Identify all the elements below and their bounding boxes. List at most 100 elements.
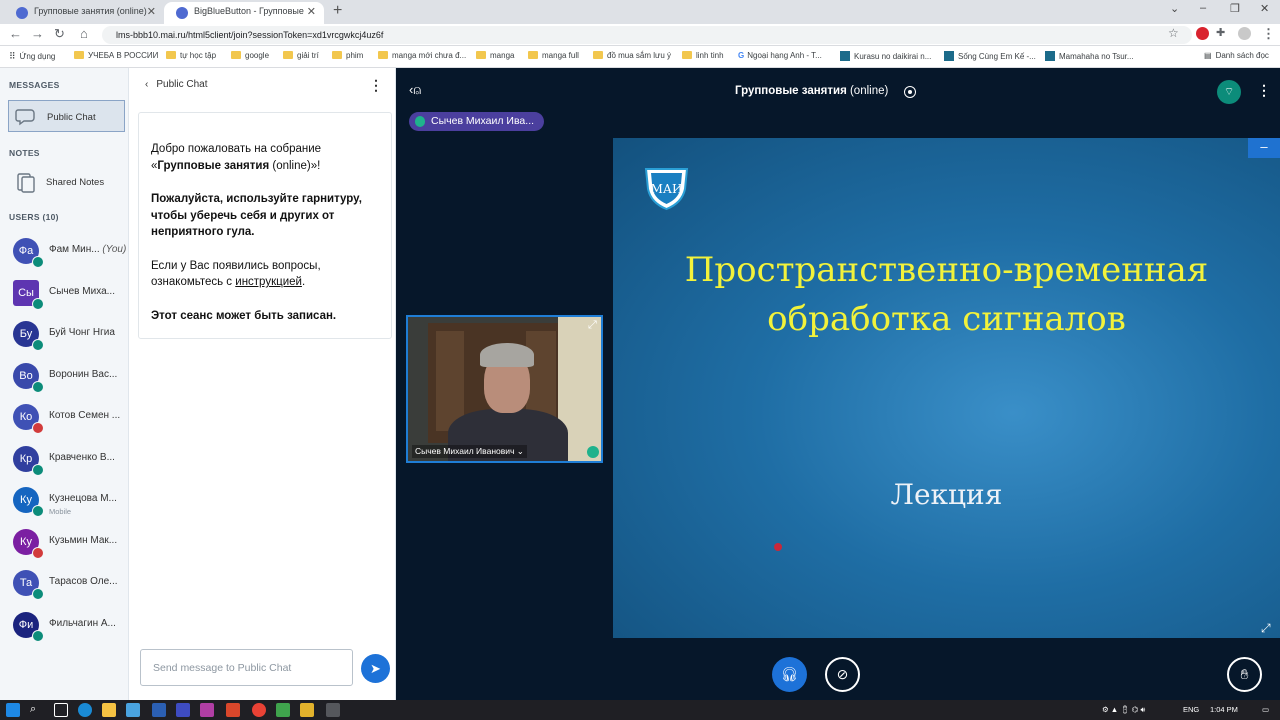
clock[interactable]: 1:04 PM — [1210, 705, 1238, 714]
store-icon[interactable] — [126, 703, 140, 717]
edge-icon[interactable] — [78, 703, 92, 717]
bookmark-apps[interactable]: ⠿ Ứng dụng — [9, 51, 55, 62]
webcam-user-name[interactable]: Сычев Михаил Иванович ⌄ — [412, 445, 527, 458]
back-icon[interactable]: ← — [9, 26, 22, 41]
bookmark-star-icon[interactable]: ☆ — [1168, 26, 1179, 40]
active-app-icon[interactable] — [326, 703, 340, 717]
fullscreen-video-icon[interactable]: ⤢ — [588, 319, 597, 332]
reload-icon[interactable]: ↻ — [54, 26, 65, 42]
public-chat-panel: ‹ Public Chat ⋮ Добро пожаловать на собра… — [129, 68, 396, 700]
visio-icon[interactable] — [176, 703, 190, 717]
user-list-item[interactable]: Сы Сычев Миха... — [0, 276, 129, 316]
hand-icon: ✋︎ — [1240, 666, 1249, 682]
extensions-icon[interactable]: ✚ — [1216, 26, 1225, 39]
raise-hand-button[interactable]: ✋︎ — [1227, 657, 1262, 692]
chevron-left-icon[interactable]: ‹ — [145, 79, 148, 90]
forward-icon[interactable]: → — [31, 26, 44, 41]
tab-group-classes[interactable]: Групповые занятия (online) ✕ — [4, 2, 164, 24]
instructions-link[interactable]: инструкцией — [235, 276, 302, 288]
sidebar-item-shared-notes[interactable]: Shared Notes — [8, 166, 125, 198]
file-explorer-icon[interactable] — [102, 703, 116, 717]
talking-indicator[interactable]: Сычев Михаил Ива... — [409, 112, 545, 131]
sidebar-item-public-chat[interactable]: Public Chat — [8, 100, 125, 132]
bookmark-folder[interactable]: google — [231, 51, 269, 60]
tab-search-icon[interactable]: ⌄ — [1170, 2, 1179, 15]
bookmark-site[interactable]: Mamahaha no Tsur... — [1045, 51, 1134, 61]
recording-indicator-icon[interactable] — [904, 86, 916, 98]
minimize-window-icon[interactable]: – — [1200, 2, 1206, 14]
task-view-icon[interactable] — [54, 703, 68, 717]
restore-window-icon[interactable]: ❐ — [1230, 2, 1240, 15]
webcam-video[interactable]: ⤢ Сычев Михаил Иванович ⌄ — [406, 315, 603, 463]
user-list-item[interactable]: Фи Фильчагин А... — [0, 608, 129, 648]
toggle-userlist-icon[interactable]: ‹⍝ — [409, 82, 421, 98]
user-list-item[interactable]: Во Воронин Вас... — [0, 359, 129, 399]
slide-title-line: Пространственно-временная — [684, 250, 1209, 290]
tab-favicon-icon — [176, 7, 188, 19]
close-window-icon[interactable]: ✕ — [1260, 2, 1269, 15]
url-field[interactable]: lms-bbb10.mai.ru/html5client/join?sessio… — [102, 26, 1192, 44]
user-list-item[interactable]: Кр Кравченко В... — [0, 442, 129, 482]
notifications-icon[interactable]: ▭ — [1262, 705, 1269, 714]
presenter-pointer — [774, 543, 782, 551]
word-icon[interactable] — [152, 703, 166, 717]
user-list-item[interactable]: Ку Кузнецова М... Mobile — [0, 483, 129, 523]
chat-options-icon[interactable]: ⋮ — [369, 77, 383, 94]
search-icon[interactable]: ⌕ — [30, 703, 44, 717]
bookmark-folder[interactable]: manga — [476, 51, 514, 60]
tab-bigbluebutton[interactable]: BigBlueButton - Групповые ✕ — [164, 2, 324, 24]
reading-list[interactable]: ▤ Danh sách đọc — [1204, 51, 1269, 60]
browser-menu-icon[interactable]: ⋮ — [1262, 26, 1275, 42]
app-icon[interactable] — [226, 703, 240, 717]
system-tray-icons[interactable]: ⚙ ▲ 🔋︎ ⌬ 🔊︎ — [1102, 705, 1145, 715]
windows-start-icon[interactable] — [6, 703, 20, 717]
user-list-item[interactable]: Ко Котов Семен ... — [0, 400, 129, 440]
meeting-name: Групповые занятия — [157, 159, 270, 172]
bookmark-site[interactable]: Kurasu no daikirai n... — [840, 51, 931, 61]
presentation-slide[interactable]: МАИ Пространственно-временная обработка … — [613, 138, 1280, 638]
share-webcam-button[interactable]: ⊘ — [825, 657, 860, 692]
send-message-button[interactable]: ➤ — [361, 654, 390, 683]
audio-headphones-button[interactable]: 🎧︎ — [772, 657, 807, 692]
bookmark-folder[interactable]: đồ mua sắm lưu ý — [593, 51, 671, 60]
folder-icon — [476, 51, 486, 59]
tab-close-icon[interactable]: ✕ — [147, 5, 156, 18]
bookmark-folder[interactable]: manga full — [528, 51, 579, 60]
fullscreen-presentation-icon[interactable]: ⤢ — [1261, 621, 1271, 636]
user-list-item[interactable]: Бу Буй Чонг Нгиа — [0, 317, 129, 357]
listen-only-icon — [32, 297, 44, 310]
bookmark-folder[interactable]: linh tinh — [682, 51, 724, 60]
minimize-presentation-button[interactable]: – — [1248, 138, 1280, 158]
bookmark-folder[interactable]: УЧЕБА В РОССИИ — [74, 51, 158, 60]
bookmark-folder[interactable]: tự học tập — [166, 51, 216, 60]
url-text: lms-bbb10.mai.ru/html5client/join?sessio… — [116, 30, 384, 40]
user-name-text: Фам Мин... — [49, 244, 100, 255]
chat-message-input[interactable]: Send message to Public Chat — [140, 649, 353, 686]
bookmark-site[interactable]: G Ngoại hạng Anh - T... — [738, 51, 822, 60]
user-list-item[interactable]: Фа Фам Мин... (You) — [0, 234, 129, 274]
user-list-item[interactable]: Ку Кузьмин Мак... — [0, 525, 129, 565]
chrome-icon[interactable] — [252, 703, 266, 717]
bookmark-label: manga mới chưa đ... — [392, 51, 467, 60]
chat-header[interactable]: ‹ Public Chat — [145, 79, 207, 90]
app-icon[interactable] — [200, 703, 214, 717]
options-menu-icon[interactable]: ⋮ — [1257, 82, 1271, 99]
welcome-line-1: Добро пожаловать на собрание «Групповые … — [151, 141, 379, 174]
new-tab-icon[interactable]: + — [333, 2, 342, 20]
profile-avatar-icon[interactable] — [1238, 27, 1251, 40]
user-list-item[interactable]: Та Тарасов Оле... — [0, 566, 129, 606]
welcome-line-3: Если у Вас появились вопросы, ознакомьте… — [151, 258, 379, 291]
user-client-type: Mobile — [49, 507, 72, 516]
bookmark-site[interactable]: Sống Cùng Em Kế -... — [944, 51, 1036, 61]
app-icon[interactable] — [300, 703, 314, 717]
bookmark-folder[interactable]: manga mới chưa đ... — [378, 51, 466, 60]
bookmark-folder[interactable]: phim — [332, 51, 363, 60]
app-icon[interactable] — [276, 703, 290, 717]
home-icon[interactable]: ⌂ — [80, 26, 88, 41]
bookmark-folder[interactable]: giải trí — [283, 51, 319, 60]
tab-close-icon[interactable]: ✕ — [307, 5, 316, 18]
opera-extension-icon[interactable] — [1196, 27, 1209, 40]
connection-status-icon[interactable]: ⌔ — [1217, 80, 1241, 104]
language-indicator[interactable]: ENG — [1183, 705, 1199, 714]
tab-title: BigBlueButton - Групповые — [194, 6, 304, 16]
